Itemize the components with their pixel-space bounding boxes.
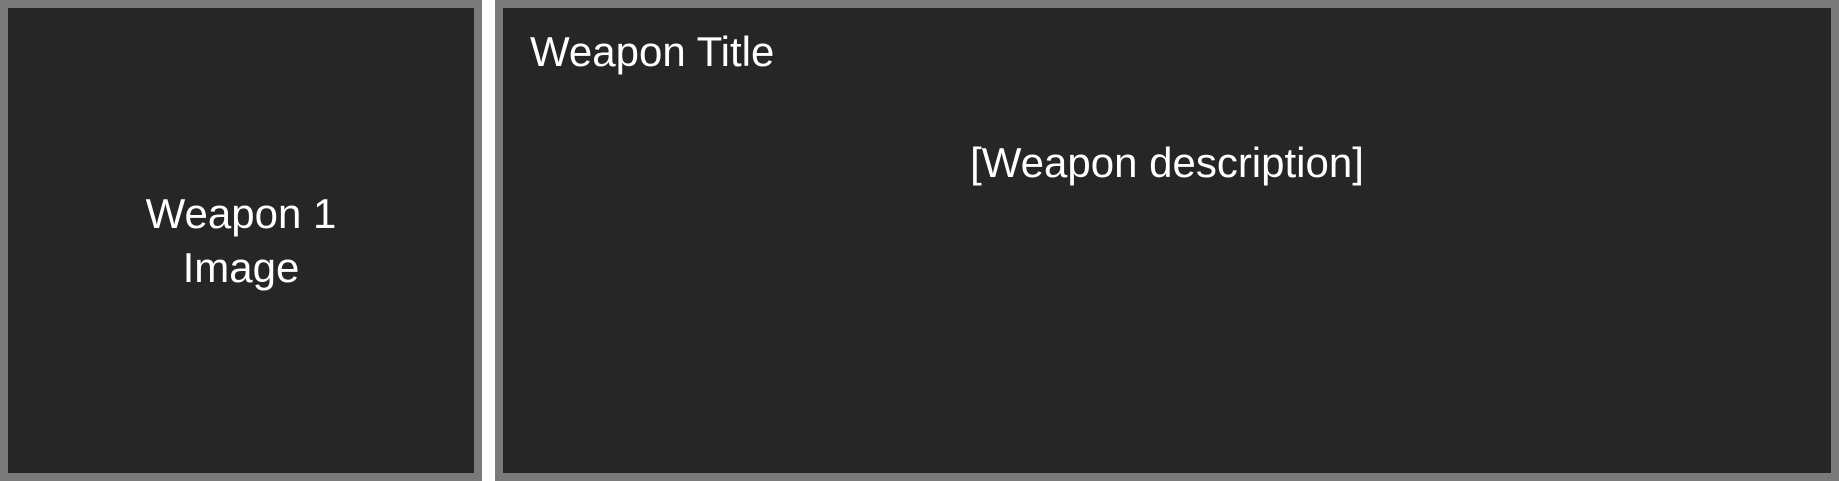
weapon-image-label-line-2: Image <box>182 243 300 291</box>
weapon-image-panel: Weapon 1 Image <box>0 0 482 481</box>
weapon-info-panel: Weapon Title [Weapon description] <box>495 0 1839 481</box>
weapon-image-label-line-1: Weapon 1 <box>145 189 337 237</box>
weapon-image-placeholder: Weapon 1 Image <box>8 187 474 295</box>
weapon-description: [Weapon description] <box>970 139 1364 186</box>
weapon-title: Weapon Title <box>530 28 775 75</box>
